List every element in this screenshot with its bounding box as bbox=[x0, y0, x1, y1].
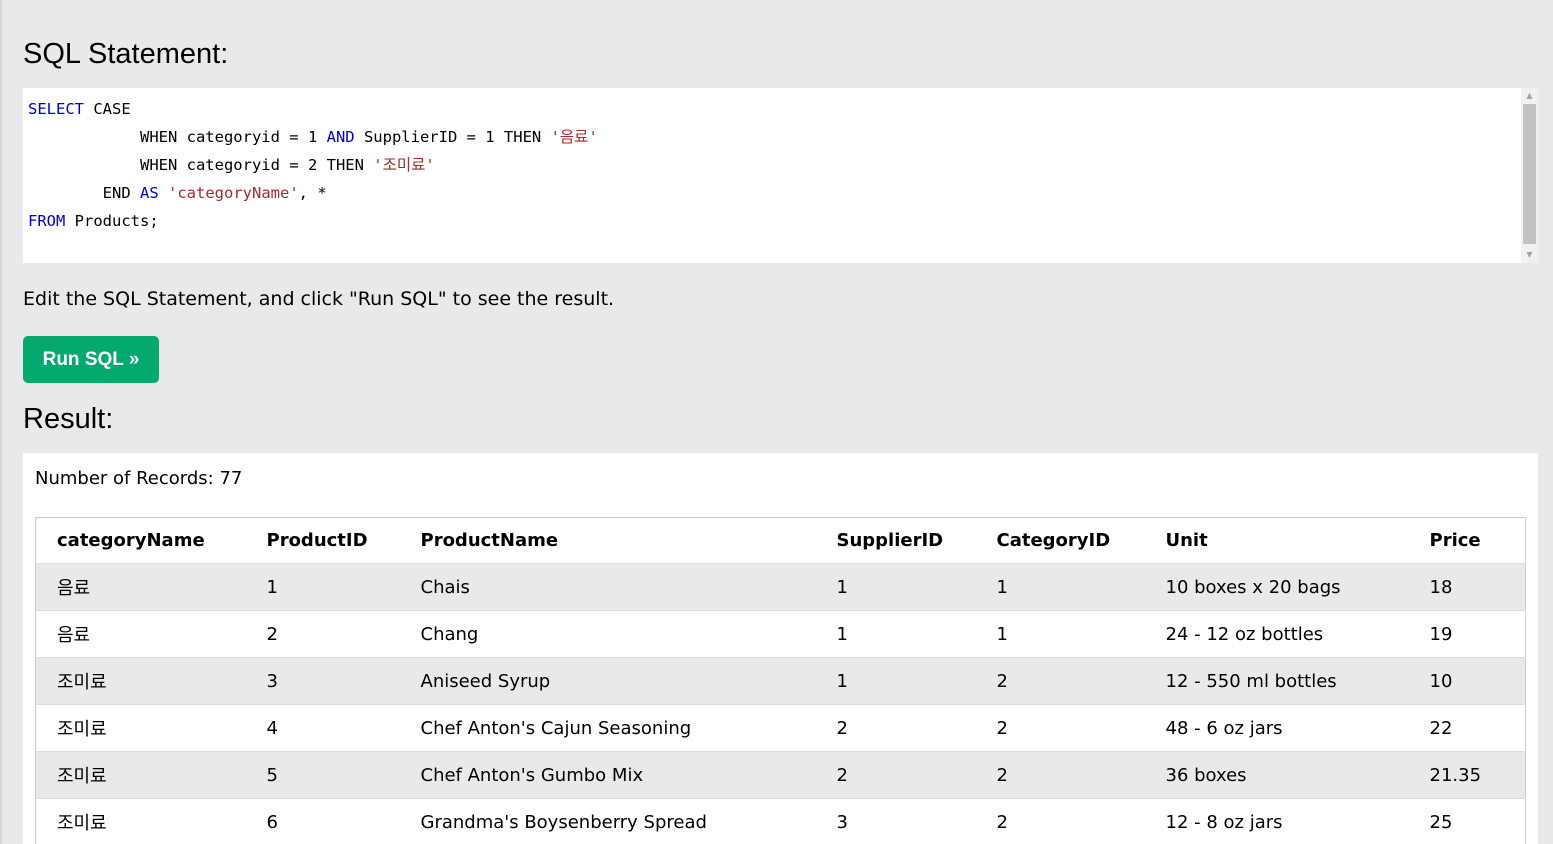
result-heading: Result: bbox=[23, 403, 114, 435]
record-count: Number of Records: 77 bbox=[35, 468, 243, 489]
left-edge-border bbox=[0, 0, 2, 844]
table-cell: 12 - 550 ml bottles bbox=[1144, 657, 1409, 705]
sql-text: SupplierID = 1 THEN bbox=[354, 128, 551, 146]
column-header: ProductName bbox=[399, 517, 816, 564]
table-cell: Grandma's Boysenberry Spread bbox=[399, 798, 816, 844]
table-cell: 5 bbox=[245, 751, 400, 799]
table-cell: 21.35 bbox=[1408, 751, 1526, 799]
instruction-text: Edit the SQL Statement, and click "Run S… bbox=[23, 288, 615, 310]
table-cell: 24 - 12 oz bottles bbox=[1144, 610, 1409, 658]
table-cell: Chais bbox=[399, 563, 816, 611]
sql-string: 'categoryName' bbox=[168, 184, 299, 202]
table-row: 음료 2 Chang 1 1 24 - 12 oz bottles 19 bbox=[35, 610, 1526, 658]
column-header: categoryName bbox=[35, 517, 246, 564]
table-cell: 1 bbox=[815, 610, 976, 658]
table-cell: 4 bbox=[245, 704, 400, 752]
table-cell: 조미료 bbox=[35, 657, 246, 705]
table-cell: 3 bbox=[245, 657, 400, 705]
table-body: 음료 1 Chais 1 1 10 boxes x 20 bags 18 음료 2 Chang 1 1… bbox=[35, 563, 1526, 844]
result-table: categoryName ProductID ProductName Suppl… bbox=[35, 517, 1526, 844]
table-cell: Aniseed Syrup bbox=[399, 657, 816, 705]
table-cell: 음료 bbox=[35, 610, 246, 658]
table-cell: 2 bbox=[245, 610, 400, 658]
column-header: ProductID bbox=[245, 517, 400, 564]
table-cell: Chef Anton's Gumbo Mix bbox=[399, 751, 816, 799]
table-cell: 3 bbox=[815, 798, 976, 844]
sql-text: END bbox=[28, 184, 140, 202]
sql-string: '음료' bbox=[550, 128, 598, 146]
table-cell: 2 bbox=[975, 798, 1145, 844]
table-cell: 12 - 8 oz jars bbox=[1144, 798, 1409, 844]
sql-code[interactable]: SELECT CASE WHEN categoryid = 1 AND Supp… bbox=[28, 95, 598, 235]
scroll-down-arrow-icon[interactable]: ▼ bbox=[1521, 248, 1538, 262]
table-cell: Chang bbox=[399, 610, 816, 658]
column-header: SupplierID bbox=[815, 517, 976, 564]
table-cell: Chef Anton's Cajun Seasoning bbox=[399, 704, 816, 752]
table-cell: 10 boxes x 20 bags bbox=[1144, 563, 1409, 611]
table-header-row: categoryName ProductID ProductName Suppl… bbox=[35, 517, 1526, 564]
sql-keyword: FROM bbox=[28, 212, 66, 230]
table-row: 조미료 3 Aniseed Syrup 1 2 12 - 550 ml bottles 10 bbox=[35, 657, 1526, 705]
sql-text: , * bbox=[298, 184, 327, 202]
table-cell: 조미료 bbox=[35, 751, 246, 799]
sql-keyword: SELECT bbox=[28, 100, 84, 118]
scroll-up-arrow-icon[interactable]: ▲ bbox=[1521, 89, 1538, 103]
result-panel: Number of Records: 77 categoryName Produ… bbox=[23, 453, 1538, 844]
page: SQL Statement: SELECT CASE WHEN category… bbox=[0, 0, 1553, 844]
table-cell: 2 bbox=[975, 704, 1145, 752]
sql-text: Products; bbox=[65, 212, 159, 230]
table-cell: 10 bbox=[1408, 657, 1526, 705]
column-header: CategoryID bbox=[975, 517, 1145, 564]
table-cell: 조미료 bbox=[35, 798, 246, 844]
sql-text: WHEN categoryid = 1 bbox=[28, 128, 327, 146]
table-cell: 36 boxes bbox=[1144, 751, 1409, 799]
table-cell: 25 bbox=[1408, 798, 1526, 844]
sql-text: WHEN categoryid = 2 THEN bbox=[28, 156, 374, 174]
scroll-thumb[interactable] bbox=[1523, 104, 1536, 244]
sql-string: '조미료' bbox=[373, 156, 435, 174]
table-cell: 18 bbox=[1408, 563, 1526, 611]
table-cell: 음료 bbox=[35, 563, 246, 611]
table-cell: 1 bbox=[975, 563, 1145, 611]
editor-scrollbar[interactable]: ▲ ▼ bbox=[1521, 88, 1538, 263]
table-cell: 2 bbox=[975, 657, 1145, 705]
table-row: 조미료 4 Chef Anton's Cajun Seasoning 2 2 48 - 6… bbox=[35, 704, 1526, 752]
table-cell: 22 bbox=[1408, 704, 1526, 752]
table-cell: 1 bbox=[245, 563, 400, 611]
column-header: Unit bbox=[1144, 517, 1409, 564]
sql-statement-heading: SQL Statement: bbox=[23, 38, 229, 70]
table-cell: 6 bbox=[245, 798, 400, 844]
table-row: 조미료 6 Grandma's Boysenberry Spread 3 2 12 - 8… bbox=[35, 798, 1526, 844]
table-row: 음료 1 Chais 1 1 10 boxes x 20 bags 18 bbox=[35, 563, 1526, 611]
sql-keyword: AS bbox=[139, 184, 159, 202]
table-cell: 48 - 6 oz jars bbox=[1144, 704, 1409, 752]
table-cell: 1 bbox=[815, 563, 976, 611]
column-header: Price bbox=[1408, 517, 1526, 564]
table-cell: 2 bbox=[815, 751, 976, 799]
sql-text: CASE bbox=[84, 100, 131, 118]
table-row: 조미료 5 Chef Anton's Gumbo Mix 2 2 36 boxes 21.3… bbox=[35, 751, 1526, 799]
sql-editor[interactable]: SELECT CASE WHEN categoryid = 1 AND Supp… bbox=[23, 88, 1538, 263]
table-cell: 1 bbox=[975, 610, 1145, 658]
table-cell: 조미료 bbox=[35, 704, 246, 752]
run-sql-button[interactable]: Run SQL » bbox=[23, 336, 159, 383]
sql-keyword: AND bbox=[326, 128, 355, 146]
table-cell: 1 bbox=[815, 657, 976, 705]
table-cell: 2 bbox=[815, 704, 976, 752]
table-cell: 2 bbox=[975, 751, 1145, 799]
table-cell: 19 bbox=[1408, 610, 1526, 658]
